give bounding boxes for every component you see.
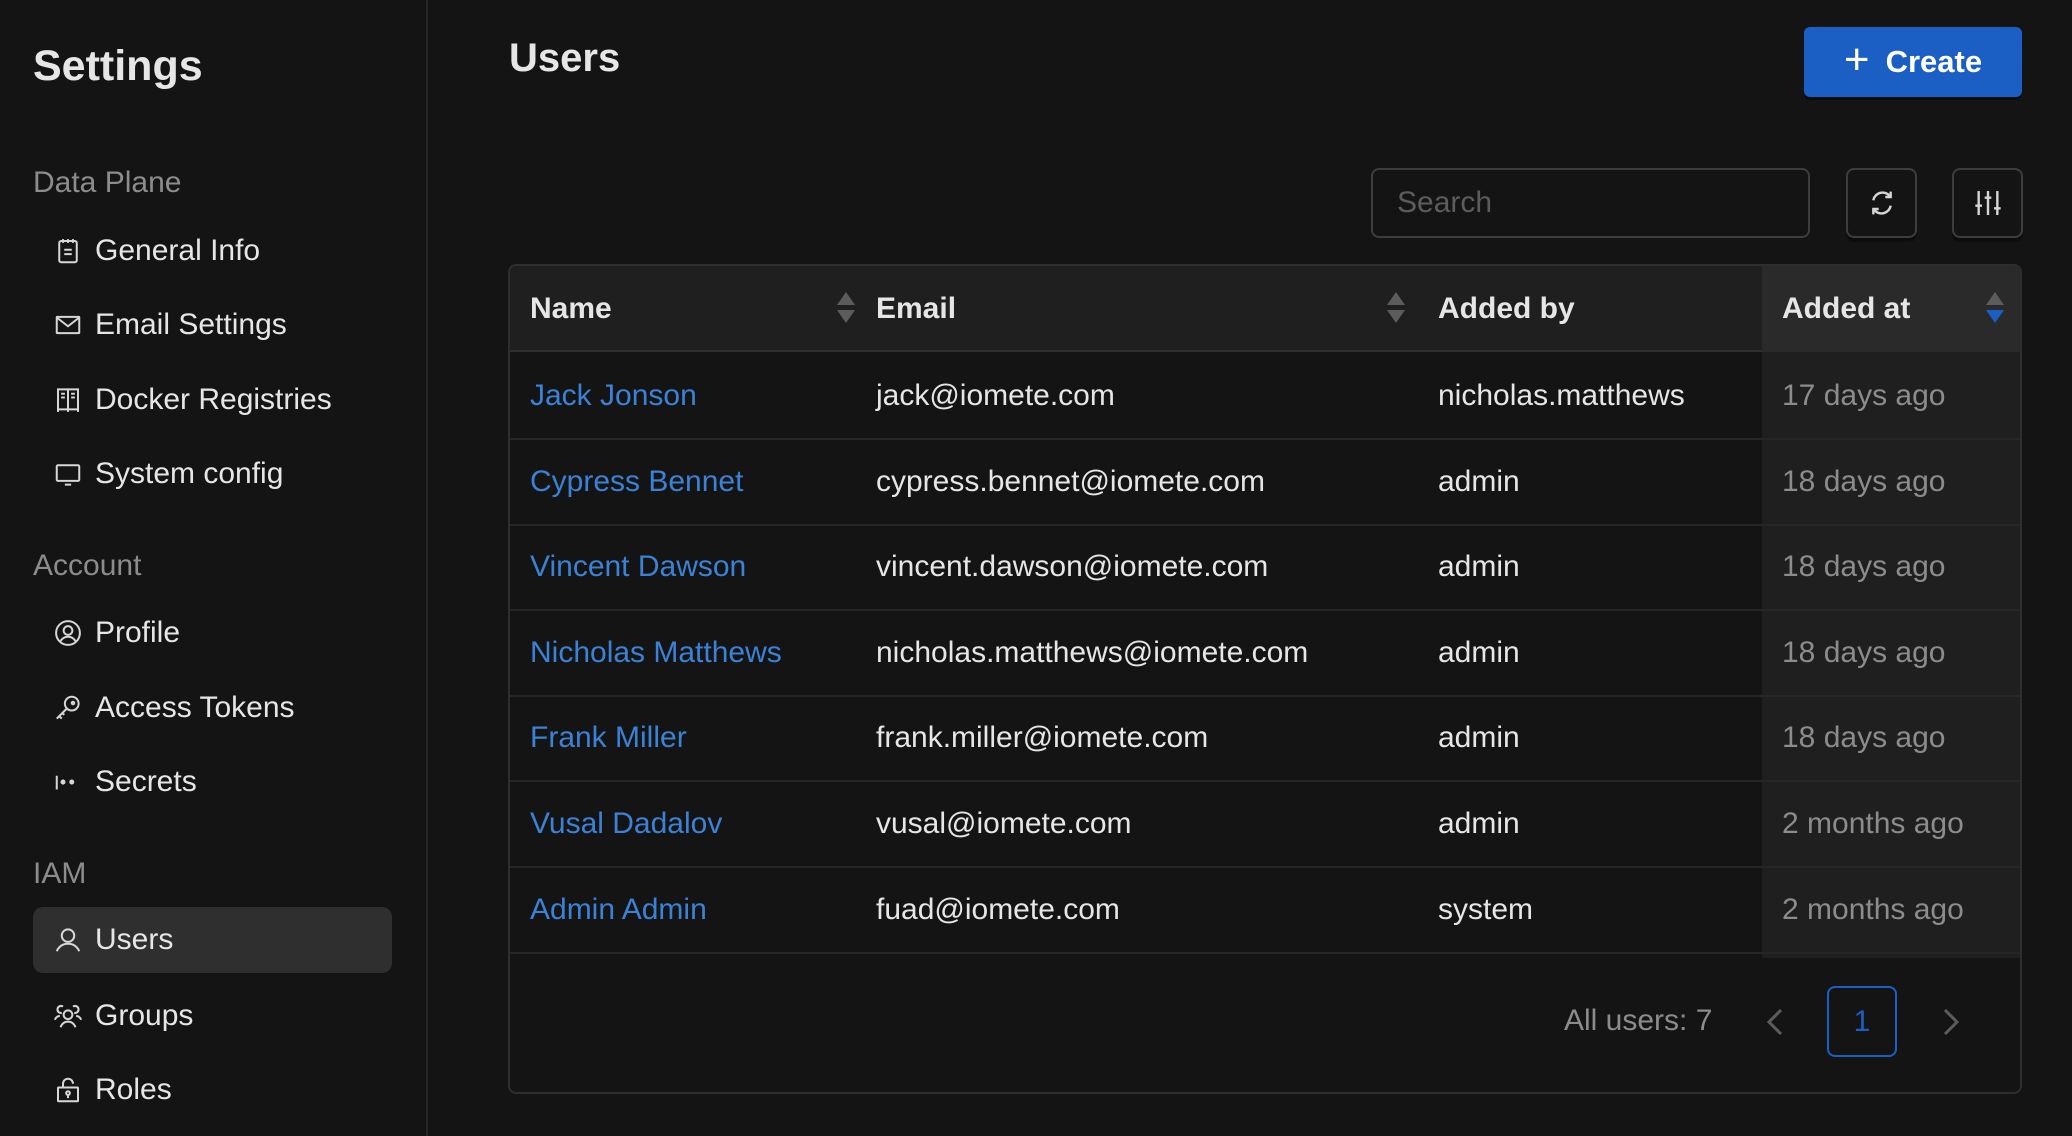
cell-email: frank.miller@iomete.com [876,721,1209,755]
notepad-icon [53,236,83,266]
password-icon [53,767,83,797]
table-header: Name Email Added by Added at [510,266,2020,352]
sidebar-item-roles[interactable]: Roles [33,1057,392,1123]
section-label-data-plane: Data Plane [33,166,182,199]
sidebar-item-label: Email Settings [95,308,287,341]
cell-name[interactable]: Vincent Dawson [530,525,746,609]
sidebar-item-label: General Info [95,234,261,267]
registry-icon [53,385,83,415]
chevron-right-icon [1943,1008,1960,1036]
table-row: Admin Admin fuad@iomete.com system 2 months… [510,868,2020,954]
table-row: Vincent Dawson vincent.dawson@iomete.com a… [510,525,2020,612]
monitor-icon [53,459,83,489]
column-header-label: Added at [1782,292,1911,325]
cell-name[interactable]: Frank Miller [530,696,687,780]
cell-email: cypress.bennet@iomete.com [876,464,1265,498]
user-circle-icon [53,618,83,648]
sort-icon[interactable] [835,292,855,326]
pagination-next[interactable] [1936,1004,1966,1040]
users-table: Name Email Added by Added at Jack Jonson… [508,264,2022,1094]
cell-added-by: admin [1438,721,1520,755]
envelope-icon [53,310,83,340]
user-icon [53,925,83,955]
column-header-added-at[interactable]: Added at [1762,266,2020,352]
sidebar-item-label: Access Tokens [95,691,295,724]
table-row: Vusal Dadalov vusal@iomete.com admin 2 mont… [510,782,2020,868]
total-count: All users: 7 [1564,1004,1713,1037]
section-label-account: Account [33,549,142,582]
column-settings-button[interactable] [1952,168,2023,238]
create-button-label: Create [1885,44,1983,79]
cell-name[interactable]: Admin Admin [530,868,707,952]
sidebar-item-label: Roles [95,1073,172,1106]
cell-added-at: 18 days ago [1782,635,1946,669]
sort-desc-icon[interactable] [1984,292,2004,326]
sidebar-item-email-settings[interactable]: Email Settings [33,292,392,358]
create-button[interactable]: + Create [1804,27,2022,97]
sidebar: Settings Data Plane General Info Email S… [0,0,428,1136]
refresh-icon [1871,191,1892,215]
cell-email: vincent.dawson@iomete.com [876,550,1269,584]
sidebar-item-groups[interactable]: Groups [33,983,392,1049]
column-header-added-by: Added by [1438,266,1738,352]
column-header-label: Added by [1438,292,1575,325]
table-row: Nicholas Matthews nicholas.matthews@iomet… [510,611,2020,697]
sidebar-item-users[interactable]: Users [33,907,392,973]
section-label-iam: IAM [33,857,87,890]
cell-added-by: admin [1438,807,1520,840]
cell-added-by: admin [1438,464,1520,498]
search-input[interactable] [1371,168,1810,238]
table-row: Jack Jonson jack@iomete.com nicholas.matth… [510,354,2020,440]
plus-icon: + [1843,35,1870,84]
column-header-name[interactable]: Name [530,266,855,352]
cell-added-at: 2 months ago [1782,807,1964,840]
users-group-icon [53,1001,83,1031]
cell-email: jack@iomete.com [876,379,1115,412]
column-header-label: Name [530,292,612,325]
sidebar-item-label: Users [95,923,174,956]
sidebar-item-secrets[interactable]: Secrets [33,749,392,815]
sidebar-title: Settings [33,42,203,90]
sidebar-item-label: Secrets [95,765,197,798]
sort-icon[interactable] [1385,292,1405,326]
key-icon [53,693,83,723]
sidebar-item-label: System config [95,457,284,490]
cell-name[interactable]: Jack Jonson [530,354,697,438]
cell-name[interactable]: Cypress Bennet [530,440,743,524]
cell-added-at: 18 days ago [1782,464,1946,498]
cell-added-by: system [1438,892,1534,926]
cell-added-by: admin [1438,550,1520,584]
cell-added-at: 18 days ago [1782,550,1946,584]
sidebar-item-access-tokens[interactable]: Access Tokens [33,675,392,741]
sidebar-item-docker-registries[interactable]: Docker Registries [33,367,392,433]
sidebar-item-label: Profile [95,616,181,649]
chevron-left-icon [1766,1008,1783,1036]
sidebar-item-profile[interactable]: Profile [33,600,392,666]
cell-added-by: admin [1438,635,1520,669]
cell-email: vusal@iomete.com [876,807,1132,840]
cell-added-at: 17 days ago [1782,379,1946,412]
sliders-icon [1974,191,2001,215]
sidebar-item-label: Docker Registries [95,383,332,416]
cell-name[interactable]: Nicholas Matthews [530,611,782,695]
cell-email: nicholas.matthews@iomete.com [876,635,1309,669]
cell-added-at: 2 months ago [1782,892,1964,926]
page-title: Users [509,36,621,80]
cell-name[interactable]: Vusal Dadalov [530,782,722,866]
cell-added-by: nicholas.matthews [1438,379,1685,412]
pagination-prev[interactable] [1760,1004,1790,1040]
column-header-email[interactable]: Email [876,266,1405,352]
pagination-page-current[interactable]: 1 [1827,986,1897,1057]
sidebar-item-general-info[interactable]: General Info [33,218,392,284]
lock-icon [53,1075,83,1105]
table-row: Cypress Bennet cypress.bennet@iomete.com a… [510,440,2020,526]
refresh-button[interactable] [1846,168,1917,238]
sidebar-item-label: Groups [95,999,194,1032]
table-row: Frank Miller frank.miller@iomete.com admin… [510,696,2020,783]
cell-email: fuad@iomete.com [876,892,1120,926]
cell-added-at: 18 days ago [1782,721,1946,755]
sidebar-item-system-config[interactable]: System config [33,441,392,507]
column-header-label: Email [876,292,957,325]
